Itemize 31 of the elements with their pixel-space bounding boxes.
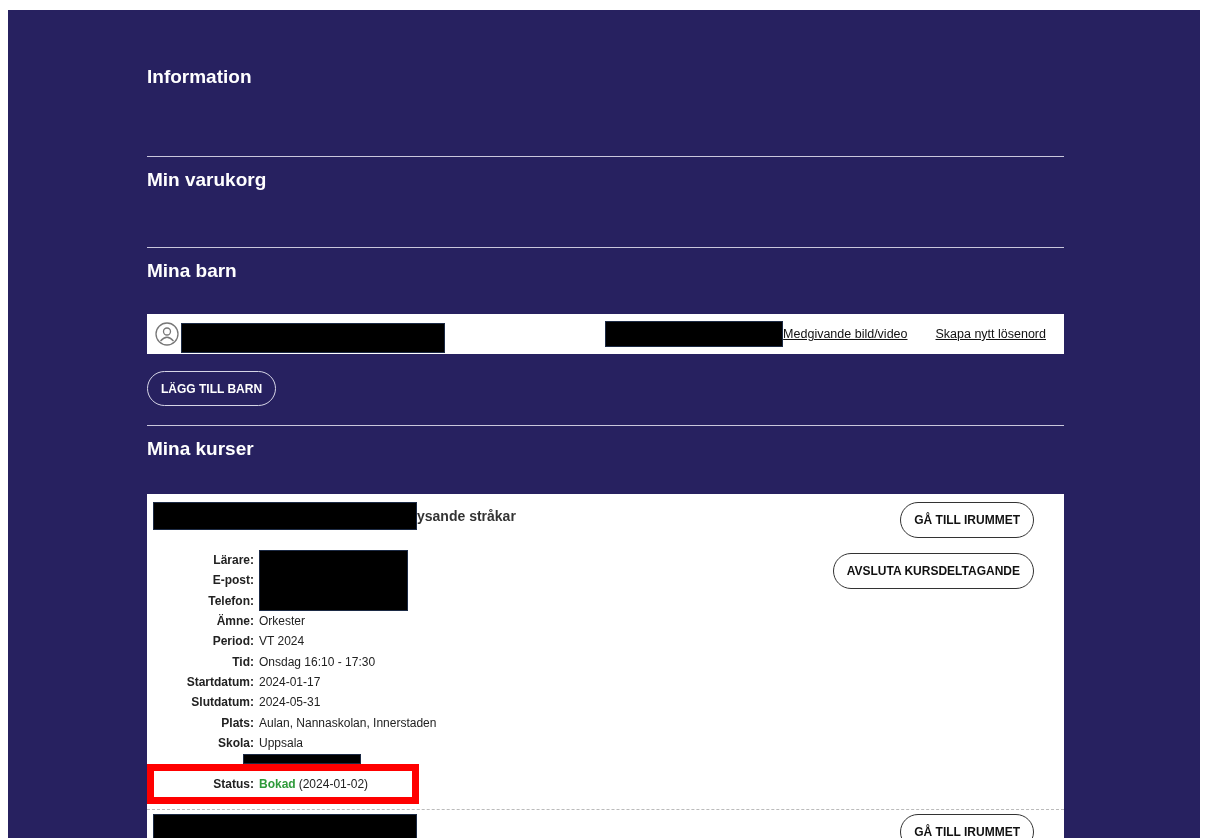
status-value: Bokad bbox=[259, 777, 296, 792]
field-value: 2024-01-17 bbox=[259, 674, 321, 689]
field-label: Slutdatum: bbox=[190, 695, 255, 710]
status-date: (2024-01-02) bbox=[298, 777, 369, 792]
field-value: VT 2024 bbox=[259, 634, 305, 649]
field-label: Startdatum: bbox=[185, 674, 255, 689]
course-button[interactable]: AVSLUTA KURSDELTAGANDE bbox=[832, 553, 1034, 589]
child-link[interactable]: Medgivande bild/video bbox=[783, 327, 908, 341]
course-button[interactable]: GÅ TILL IRUMMET bbox=[900, 814, 1034, 838]
course-button[interactable]: GÅ TILL IRUMMET bbox=[900, 502, 1034, 538]
user-icon bbox=[155, 322, 179, 346]
course-title: ysande stråkar bbox=[417, 508, 516, 524]
section-heading: Mina kurser bbox=[147, 437, 255, 460]
field-label: Ämne: bbox=[215, 614, 255, 629]
field-label: Lärare: bbox=[212, 553, 255, 568]
field-label: Telefon: bbox=[207, 593, 255, 608]
field-label: E-post: bbox=[211, 573, 255, 588]
field-value: 2024-05-31 bbox=[259, 695, 321, 710]
field-label: Plats: bbox=[220, 715, 255, 730]
section-heading: Information bbox=[147, 66, 253, 88]
field-label: Tid: bbox=[231, 654, 255, 669]
field-value: Orkester bbox=[259, 614, 305, 629]
field-value: Uppsala bbox=[259, 735, 304, 750]
field-label: Status: bbox=[212, 777, 255, 792]
section-heading: Mina barn bbox=[147, 259, 238, 282]
section-heading: Min varukorg bbox=[147, 168, 268, 191]
field-label: Skola: bbox=[217, 735, 255, 750]
child-link[interactable]: Skapa nytt lösenord bbox=[935, 327, 1046, 341]
field-label: Period: bbox=[211, 634, 255, 649]
field-value: Onsdag 16:10 - 17:30 bbox=[259, 654, 376, 669]
field-value: Aulan, Nannaskolan, Innerstaden bbox=[259, 715, 437, 730]
